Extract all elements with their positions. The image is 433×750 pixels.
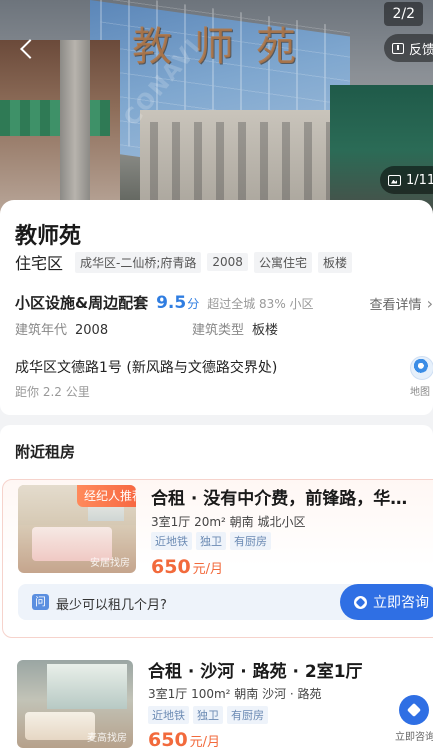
listing-tags: 近地铁 独卫 有厨房 <box>151 532 271 550</box>
hero-photo-pillar <box>60 40 90 215</box>
thumbnail-watermark: 麦高找房 <box>87 733 127 744</box>
quick-question: 最少可以租几个月? <box>56 598 167 613</box>
facility-score-compare: 超过全城 83% 小区 <box>207 297 314 311</box>
listing-card[interactable]: 经纪人推荐 安居找房 合租 · 没有中介费，前锋路，华… 3室1厅 20m² 朝… <box>2 479 433 638</box>
feedback-icon <box>392 42 404 54</box>
image-icon <box>388 174 401 186</box>
listing-price: 650 元/月 <box>151 556 223 578</box>
photo-count-label: 1/11 <box>406 172 433 188</box>
screen: 教师苑 CONAVI 2/2 反馈 1/11 教师苑 住宅区 成华区-二仙桥;府… <box>0 0 433 750</box>
back-button[interactable] <box>12 34 42 64</box>
price-unit: 元/月 <box>189 735 221 750</box>
feedback-button[interactable]: 反馈 <box>384 34 433 62</box>
community-tag: 成华区-二仙桥;府青路 <box>75 251 202 273</box>
community-tag: 板楼 <box>317 251 352 273</box>
facility-row[interactable]: 小区设施&周边配套 9.5 分 超过全城 83% 小区 查看详情 <box>15 292 433 313</box>
price-value: 650 <box>148 729 188 750</box>
listing-meta: 3室1厅 100m² 朝南 沙河 · 路苑 <box>148 687 322 701</box>
listing-tag: 独卫 <box>196 532 226 550</box>
photo-count-button[interactable]: 1/11 <box>380 166 433 194</box>
listing-tags: 近地铁 独卫 有厨房 <box>148 706 268 724</box>
community-address: 成华区文德路1号 (新风路与文德路交界处) <box>15 360 278 376</box>
feedback-label: 反馈 <box>409 42 433 58</box>
community-distance: 距你 2.2 公里 <box>15 385 90 399</box>
listing-tag: 近地铁 <box>148 706 189 724</box>
consult-label: 立即咨询 <box>373 595 429 611</box>
quick-question-bar[interactable]: 问 最少可以租几个月? 立即咨询 <box>18 584 433 620</box>
phone-icon <box>399 695 429 725</box>
listing-meta: 3室1厅 20m² 朝南 城北小区 <box>151 515 306 529</box>
map-pin-icon <box>410 356 433 380</box>
listing-tag: 有厨房 <box>227 706 268 724</box>
section-title: 附近租房 <box>15 443 76 461</box>
hero-gallery[interactable]: 教师苑 CONAVI 2/2 反馈 1/11 <box>0 0 433 215</box>
build-type-value: 板楼 <box>252 323 279 338</box>
listing-card[interactable]: 麦高找房 合租 · 沙河 · 路苑 · 2室1厅 3室1厅 100m² 朝南 沙… <box>0 655 433 750</box>
community-info-card: 教师苑 住宅区 成华区-二仙桥;府青路 2008 公寓住宅 板楼 小区设施&周边… <box>0 200 433 415</box>
image-index-indicator: 2/2 <box>384 2 423 26</box>
listing-title: 合租 · 沙河 · 路苑 · 2室1厅 <box>148 662 363 682</box>
community-type: 住宅区 <box>15 254 64 273</box>
listing-price: 650 元/月 <box>148 729 220 750</box>
listing-thumbnail[interactable]: 麦高找房 <box>17 660 133 748</box>
listing-tag: 有厨房 <box>230 532 271 550</box>
build-year-value: 2008 <box>75 323 109 338</box>
price-value: 650 <box>151 556 191 578</box>
community-tag: 2008 <box>207 253 248 271</box>
community-name: 教师苑 <box>15 224 82 249</box>
build-type-label: 建筑类型 <box>192 323 245 338</box>
community-type-row: 住宅区 成华区-二仙桥;府青路 2008 公寓住宅 板楼 <box>15 250 352 274</box>
hero-photo-gate-sign: 教师苑 <box>132 24 318 70</box>
phone-icon <box>354 595 367 609</box>
agent-recommend-badge: 经纪人推荐 <box>77 485 136 507</box>
listing-tag: 近地铁 <box>151 532 192 550</box>
facility-title: 小区设施&周边配套 <box>15 294 149 312</box>
listing-title: 合租 · 没有中介费，前锋路，华… <box>151 489 408 509</box>
hero-photo-shop <box>330 85 433 215</box>
build-year-label: 建筑年代 <box>15 323 68 338</box>
thumbnail-bed <box>25 712 95 740</box>
map-label: 地图 <box>410 387 430 398</box>
facility-score: 9.5 <box>156 293 187 313</box>
listing-thumbnail[interactable]: 经纪人推荐 安居找房 <box>18 485 136 573</box>
consult-label: 立即咨询 <box>395 732 433 743</box>
build-type-group: 建筑类型 板楼 <box>192 319 278 338</box>
hero-photo-awning <box>0 100 110 136</box>
map-button[interactable]: 地图 <box>410 356 433 398</box>
consult-now-button[interactable]: 立即咨询 <box>395 695 433 743</box>
thumbnail-watermark: 安居找房 <box>90 558 130 569</box>
consult-now-button[interactable]: 立即咨询 <box>340 584 433 620</box>
view-details-link[interactable]: 查看详情 <box>370 294 433 313</box>
chevron-left-icon <box>20 39 40 59</box>
community-tag: 公寓住宅 <box>253 251 312 273</box>
facility-score-unit: 分 <box>187 297 200 311</box>
nearby-rentals-section: 附近租房 经纪人推荐 安居找房 合租 · 没有中介费，前锋路，华… 3室1厅 2… <box>0 425 433 750</box>
building-attributes: 建筑年代 2008 建筑类型 板楼 <box>15 319 433 338</box>
thumbnail-window <box>47 664 127 709</box>
question-icon: 问 <box>32 594 49 610</box>
listing-tag: 独卫 <box>193 706 223 724</box>
price-unit: 元/月 <box>192 562 224 577</box>
